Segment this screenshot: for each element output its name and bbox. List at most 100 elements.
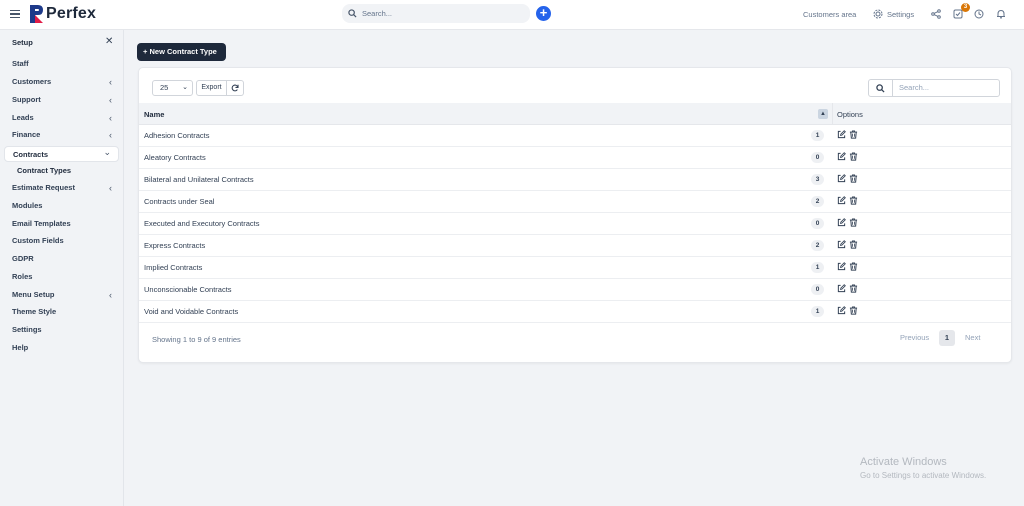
pagination-previous[interactable]: Previous (900, 330, 929, 346)
column-header-name[interactable]: Name (144, 110, 164, 119)
edit-icon[interactable] (837, 130, 846, 139)
clock-icon[interactable] (974, 9, 984, 19)
contracts-count-badge: 0 (811, 152, 824, 163)
page-length-select[interactable]: 25 ⌄ (152, 80, 193, 96)
row-options (837, 240, 858, 249)
sidebar-item-help[interactable]: Help (4, 340, 119, 356)
edit-icon[interactable] (837, 174, 846, 183)
pagination-next[interactable]: Next (965, 330, 980, 346)
table-header: Name ▲ Options (139, 103, 1011, 125)
sidebar-item-customers[interactable]: Customers ‹ (4, 74, 119, 90)
edit-icon[interactable] (837, 240, 846, 249)
contracts-count-badge: 2 (811, 240, 824, 251)
refresh-icon (231, 84, 239, 92)
gear-icon[interactable] (873, 9, 883, 19)
sidebar-item-label: Help (12, 343, 29, 352)
chevron-left-icon: ‹ (109, 130, 112, 140)
table-search-input[interactable]: Search... (892, 79, 1000, 97)
column-header-options: Options (837, 110, 863, 119)
sidebar-item-settings[interactable]: Settings (4, 322, 119, 338)
sidebar-item-email-templates[interactable]: Email Templates (4, 216, 119, 232)
windows-activation-subtitle: Go to Settings to activate Windows. (860, 471, 987, 480)
trash-icon[interactable] (849, 240, 858, 249)
setup-sidebar: Setup ✕ Staff Customers ‹ Support ‹ Leads ‹… (0, 30, 124, 506)
sidebar-item-support[interactable]: Support ‹ (4, 92, 119, 108)
sidebar-item-menu-setup[interactable]: Menu Setup ‹ (4, 287, 119, 303)
trash-icon[interactable] (849, 218, 858, 227)
contract-type-name[interactable]: Executed and Executory Contracts (144, 219, 259, 228)
chevron-left-icon: ‹ (109, 77, 112, 87)
share-icon[interactable] (931, 9, 941, 19)
sidebar-item-label: Finance (12, 130, 41, 139)
sidebar-subitem-contract-types[interactable]: Contract Types (17, 166, 71, 175)
column-divider (832, 103, 833, 125)
contracts-count-badge: 3 (811, 174, 824, 185)
trash-icon[interactable] (849, 306, 858, 315)
sidebar-item-label: Customers (12, 77, 52, 86)
new-contract-type-label: New Contract Type (149, 47, 217, 56)
trash-icon[interactable] (849, 196, 858, 205)
sidebar-item-custom-fields[interactable]: Custom Fields (4, 233, 119, 249)
chevron-left-icon: ‹ (109, 95, 112, 105)
edit-icon[interactable] (837, 306, 846, 315)
global-search[interactable]: Search... (342, 4, 530, 23)
reload-button[interactable] (227, 80, 244, 96)
chevron-left-icon: ‹ (109, 290, 112, 300)
row-options (837, 174, 858, 183)
sidebar-item-estimate-request[interactable]: Estimate Request ‹ (4, 180, 119, 196)
chevron-down-icon: ⌄ (103, 147, 111, 157)
search-placeholder: Search... (362, 9, 393, 18)
edit-icon[interactable] (837, 152, 846, 161)
row-options (837, 196, 858, 205)
contract-type-name[interactable]: Express Contracts (144, 241, 205, 250)
pagination-page-current[interactable]: 1 (939, 330, 955, 346)
new-contract-type-button[interactable]: + New Contract Type (137, 43, 226, 61)
sidebar-item-label: Roles (12, 272, 33, 281)
app-logo[interactable]: Perfex (30, 5, 96, 23)
export-button[interactable]: Export (196, 80, 227, 96)
edit-icon[interactable] (837, 218, 846, 227)
sidebar-item-modules[interactable]: Modules (4, 198, 119, 214)
edit-icon[interactable] (837, 262, 846, 271)
trash-icon[interactable] (849, 130, 858, 139)
sidebar-item-roles[interactable]: Roles (4, 269, 119, 285)
sidebar-item-staff[interactable]: Staff (4, 56, 119, 72)
contract-type-name[interactable]: Bilateral and Unilateral Contracts (144, 175, 254, 184)
sidebar-item-contracts[interactable]: Contracts ⌄ (4, 146, 119, 162)
sort-asc-icon[interactable]: ▲ (818, 109, 828, 119)
menu-toggle-icon[interactable] (10, 9, 20, 19)
sidebar-item-label: Modules (12, 201, 43, 210)
sidebar-item-label: Support (12, 95, 41, 104)
contracts-count-badge: 2 (811, 196, 824, 207)
contract-type-name[interactable]: Implied Contracts (144, 263, 202, 272)
sidebar-item-finance[interactable]: Finance ‹ (4, 127, 119, 143)
table-search-addon (868, 79, 893, 97)
sidebar-item-label: Leads (12, 113, 34, 122)
close-icon[interactable]: ✕ (105, 36, 113, 47)
table-row: Void and Voidable Contracts 1 (139, 301, 1011, 323)
trash-icon[interactable] (849, 284, 858, 293)
contract-type-name[interactable]: Aleatory Contracts (144, 153, 206, 162)
row-options (837, 262, 858, 271)
trash-icon[interactable] (849, 174, 858, 183)
trash-icon[interactable] (849, 152, 858, 161)
table-row: Express Contracts 2 (139, 235, 1011, 257)
trash-icon[interactable] (849, 262, 858, 271)
customers-area-link[interactable]: Customers area (803, 10, 856, 19)
row-options (837, 130, 858, 139)
search-icon (876, 83, 885, 93)
edit-icon[interactable] (837, 284, 846, 293)
table-row: Adhesion Contracts 1 (139, 125, 1011, 147)
contract-type-name[interactable]: Adhesion Contracts (144, 131, 209, 140)
quick-create-button[interactable]: + (536, 6, 551, 21)
sidebar-item-theme-style[interactable]: Theme Style (4, 304, 119, 320)
windows-activation-title: Activate Windows (860, 456, 947, 468)
edit-icon[interactable] (837, 196, 846, 205)
settings-link[interactable]: Settings (887, 10, 914, 19)
sidebar-item-gdpr[interactable]: GDPR (4, 251, 119, 267)
sidebar-item-leads[interactable]: Leads ‹ (4, 110, 119, 126)
contract-type-name[interactable]: Void and Voidable Contracts (144, 307, 238, 316)
contract-type-name[interactable]: Contracts under Seal (144, 197, 214, 206)
contract-type-name[interactable]: Unconscionable Contracts (144, 285, 232, 294)
bell-icon[interactable] (996, 9, 1006, 19)
